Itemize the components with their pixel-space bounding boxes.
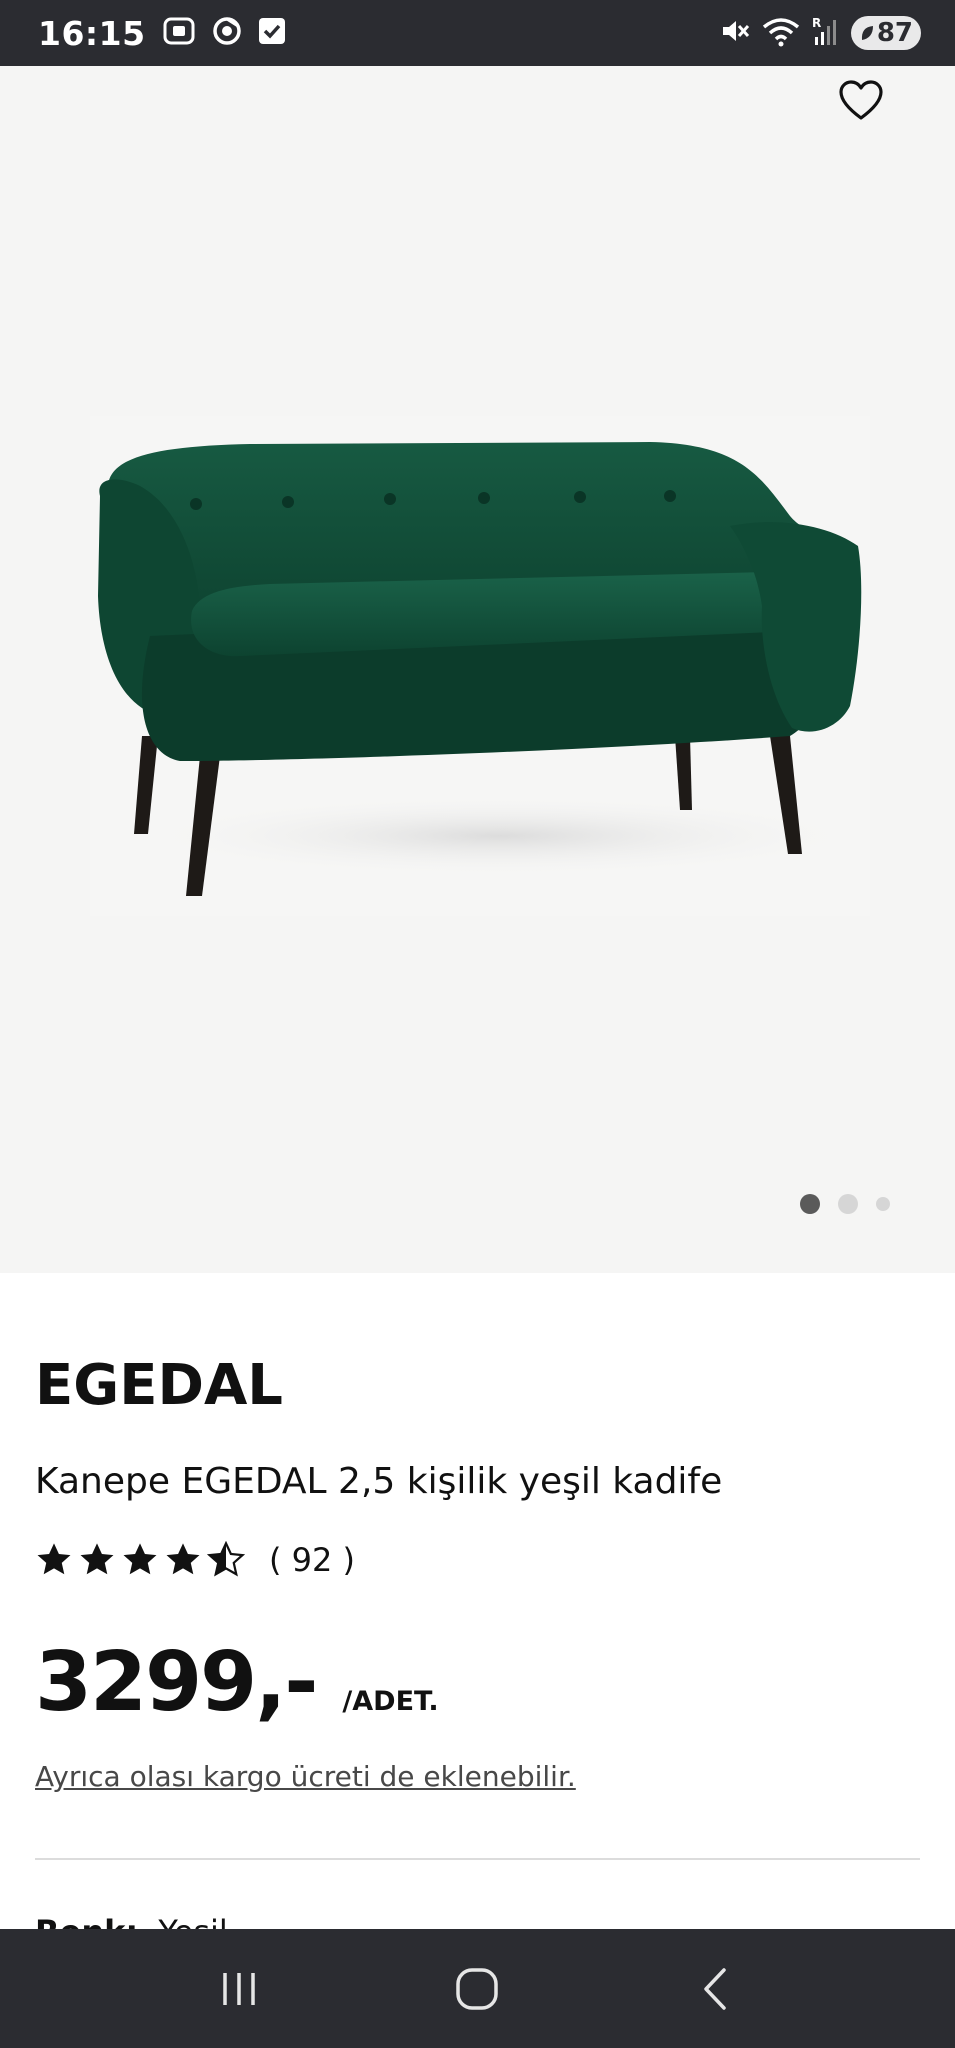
gallery-pagination bbox=[800, 1194, 890, 1214]
chrome-icon bbox=[212, 16, 242, 51]
svg-text:R: R bbox=[812, 16, 821, 30]
status-right: R 87 bbox=[719, 15, 921, 52]
signal-icon: R bbox=[811, 15, 841, 52]
star-half-icon bbox=[207, 1541, 245, 1577]
checkbox-icon bbox=[258, 17, 286, 50]
recent-apps-icon bbox=[223, 1972, 255, 2005]
home-icon bbox=[456, 1967, 499, 2010]
battery-indicator: 87 bbox=[850, 16, 921, 50]
product-description: Kanepe EGEDAL 2,5 kişilik yeşil kadife bbox=[35, 1461, 723, 1502]
mute-icon bbox=[719, 15, 751, 52]
color-value: Yeşil bbox=[158, 1916, 227, 1929]
recent-apps-button[interactable] bbox=[199, 1949, 279, 2029]
color-label: Renk: bbox=[35, 1916, 138, 1929]
shipping-note-link[interactable]: Ayrıca olası kargo ücreti de eklenebilir… bbox=[35, 1760, 576, 1793]
star-full-icon bbox=[80, 1543, 114, 1575]
screenshot-icon bbox=[162, 16, 196, 51]
status-left: 16:15 bbox=[38, 14, 286, 53]
back-icon bbox=[704, 1967, 726, 2010]
status-bar: 16:15 R 87 bbox=[0, 0, 955, 66]
star-full-icon bbox=[37, 1543, 71, 1575]
status-time: 16:15 bbox=[38, 13, 146, 53]
rating-stars bbox=[35, 1541, 245, 1579]
back-button[interactable] bbox=[676, 1949, 756, 2029]
wifi-icon bbox=[761, 15, 801, 52]
product-gallery[interactable] bbox=[0, 66, 955, 1273]
star-full-icon bbox=[123, 1543, 157, 1575]
heart-icon bbox=[839, 80, 883, 120]
pagination-dot-1[interactable] bbox=[800, 1194, 820, 1214]
price-unit: /ADET. bbox=[342, 1686, 439, 1717]
favorite-button[interactable] bbox=[838, 78, 884, 124]
price-row: 3299,- /ADET. bbox=[35, 1635, 439, 1730]
pagination-dot-2[interactable] bbox=[838, 1194, 858, 1214]
leaf-icon bbox=[861, 26, 873, 40]
rating-count: ( 92 ) bbox=[269, 1541, 356, 1579]
product-rating[interactable]: ( 92 ) bbox=[35, 1541, 355, 1579]
star-full-icon bbox=[166, 1543, 200, 1575]
battery-level: 87 bbox=[876, 18, 913, 48]
product-price: 3299,- bbox=[35, 1635, 318, 1730]
divider bbox=[35, 1858, 920, 1860]
sofa-image bbox=[90, 416, 870, 916]
pagination-dot-3[interactable] bbox=[876, 1197, 890, 1211]
navigation-bar bbox=[0, 1929, 955, 2048]
color-row[interactable]: Renk: Yeşil bbox=[35, 1913, 228, 1929]
home-button[interactable] bbox=[437, 1949, 517, 2029]
product-brand: EGEDAL bbox=[35, 1353, 283, 1418]
product-image bbox=[90, 416, 870, 916]
